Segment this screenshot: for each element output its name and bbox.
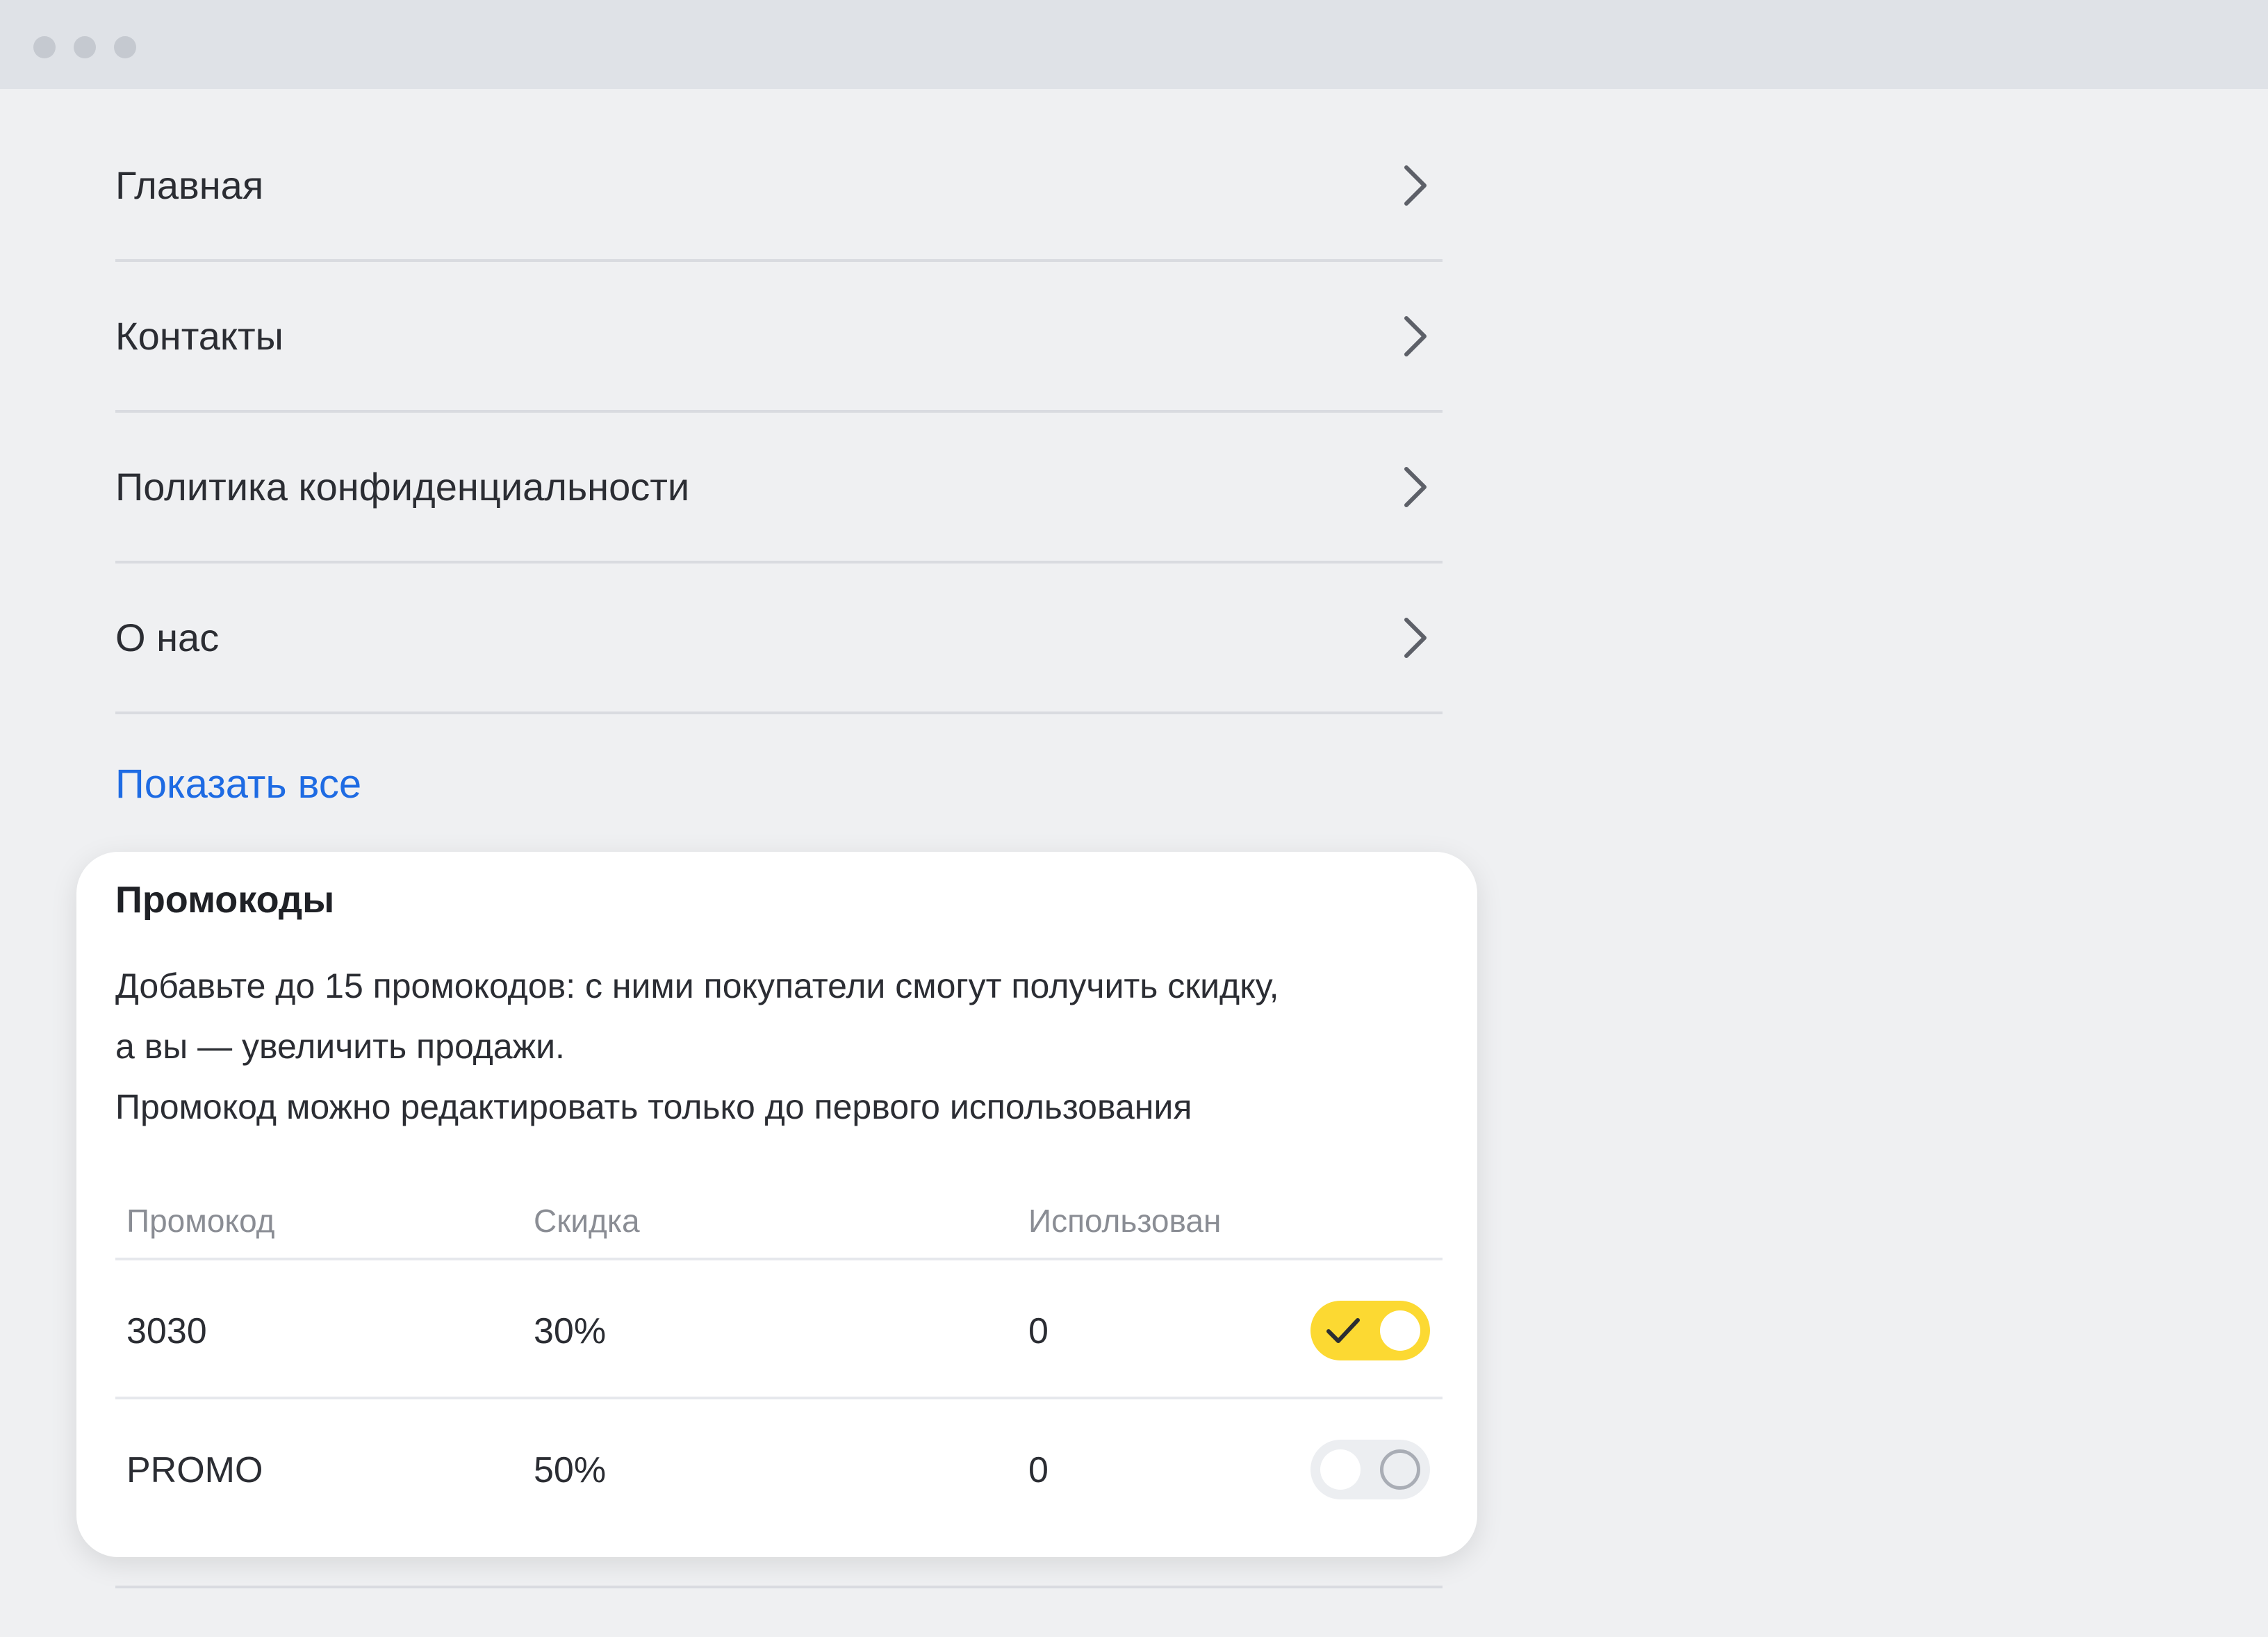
- promo-codes-table: Промокод Скидка Использован 3030 30% 0 P…: [115, 1171, 1443, 1538]
- show-all-link[interactable]: Показать все: [115, 761, 361, 807]
- nav-item-label: Политика конфиденциальности: [115, 465, 690, 509]
- window-close-dot[interactable]: [33, 36, 56, 58]
- used-count-cell: 0: [1028, 1450, 1049, 1490]
- nav-item-about[interactable]: О нас: [115, 564, 1443, 714]
- column-header-discount: Скидка: [534, 1203, 640, 1239]
- table-row[interactable]: 3030 30% 0: [115, 1260, 1443, 1399]
- chevron-right-icon: [1404, 165, 1427, 206]
- check-icon: [1326, 1318, 1360, 1343]
- table-row[interactable]: PROMO 50% 0: [115, 1399, 1443, 1538]
- nav-item-contacts[interactable]: Контакты: [115, 262, 1443, 413]
- toggle-off-circle-icon: [1380, 1449, 1420, 1490]
- promo-codes-description: Добавьте до 15 промокодов: с ними покупа…: [115, 956, 1408, 1137]
- nav-item-home[interactable]: Главная: [115, 111, 1443, 262]
- table-header: Промокод Скидка Использован: [115, 1171, 1443, 1260]
- promo-enabled-toggle[interactable]: [1310, 1301, 1430, 1360]
- nav-list: Главная Контакты Политика конфиденциальн…: [115, 111, 1443, 714]
- promo-code-cell: 3030: [126, 1311, 207, 1351]
- toggle-knob: [1380, 1310, 1420, 1351]
- nav-item-privacy-policy[interactable]: Политика конфиденциальности: [115, 413, 1443, 564]
- chevron-right-icon: [1404, 466, 1427, 507]
- divider: [115, 1586, 1443, 1588]
- promo-enabled-toggle[interactable]: [1310, 1440, 1430, 1499]
- description-line: а вы — увеличить продажи.: [115, 1027, 565, 1066]
- promo-codes-title: Промокоды: [115, 879, 335, 921]
- promo-codes-card: Промокоды Добавьте до 15 промокодов: с н…: [76, 852, 1477, 1557]
- used-count-cell: 0: [1028, 1311, 1049, 1351]
- window-titlebar: [0, 0, 2268, 89]
- chevron-right-icon: [1404, 315, 1427, 356]
- discount-cell: 30%: [534, 1311, 607, 1351]
- discount-cell: 50%: [534, 1450, 607, 1490]
- chevron-right-icon: [1404, 617, 1427, 658]
- nav-item-label: О нас: [115, 616, 220, 659]
- promo-code-cell: PROMO: [126, 1450, 263, 1490]
- nav-item-label: Контакты: [115, 314, 284, 358]
- column-header-used: Использован: [1028, 1203, 1222, 1239]
- nav-item-label: Главная: [115, 163, 264, 207]
- window-minimize-dot[interactable]: [74, 36, 96, 58]
- window-maximize-dot[interactable]: [114, 36, 136, 58]
- toggle-knob: [1320, 1449, 1361, 1490]
- description-line: Добавьте до 15 промокодов: с ними покупа…: [115, 966, 1279, 1005]
- description-line: Промокод можно редактировать только до п…: [115, 1087, 1192, 1126]
- column-header-code: Промокод: [126, 1203, 275, 1239]
